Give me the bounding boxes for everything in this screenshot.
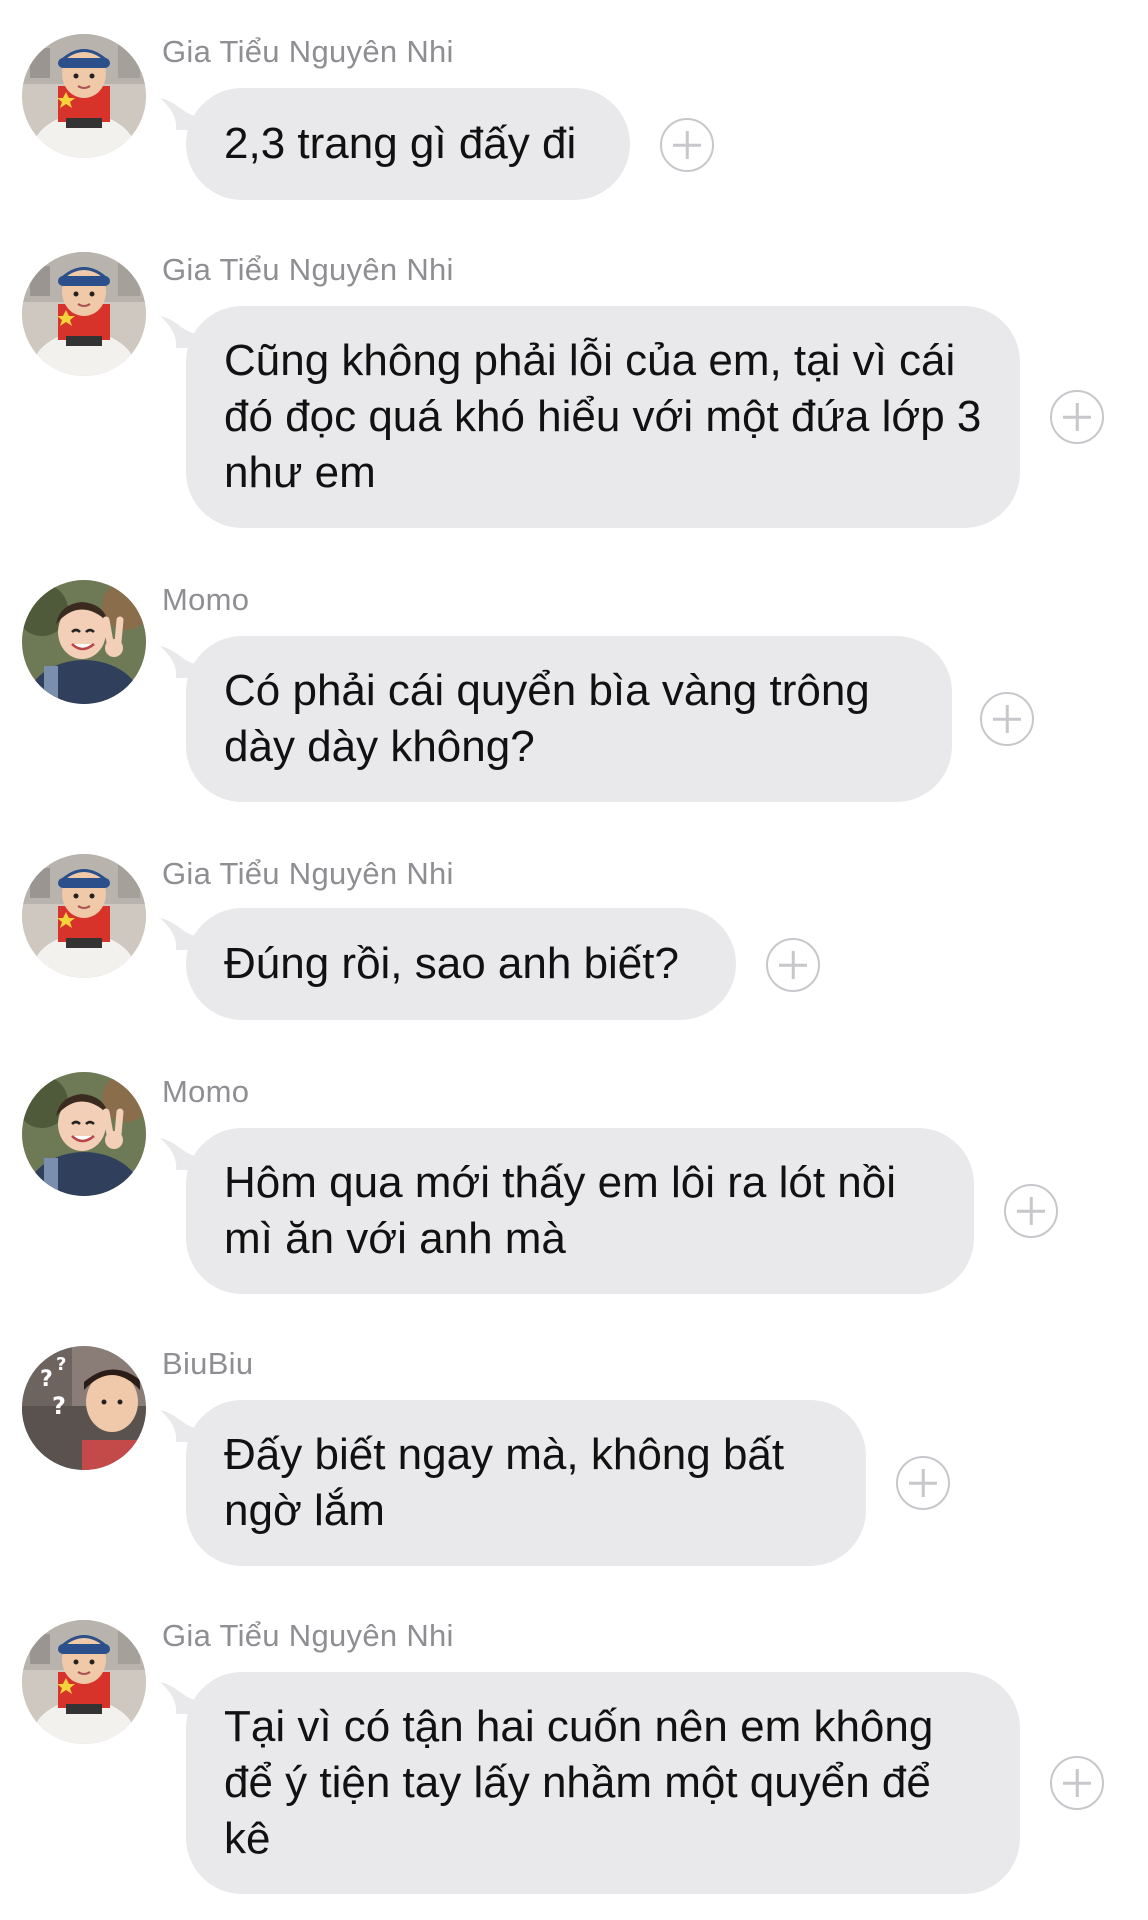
message-text: Đấy biết ngay mà, không bất ngờ lắm	[224, 1430, 785, 1535]
avatar[interactable]	[22, 854, 146, 978]
sender-name: Gia Tiểu Nguyên Nhi	[162, 1618, 454, 1653]
add-reaction-button[interactable]	[896, 1456, 950, 1510]
boy-cap-avatar-icon	[22, 34, 146, 158]
sender-name: BiuBiu	[162, 1346, 254, 1381]
sender-name: Gia Tiểu Nguyên Nhi	[162, 856, 454, 891]
sender-name: Gia Tiểu Nguyên Nhi	[162, 34, 454, 69]
sender-name: Gia Tiểu Nguyên Nhi	[162, 252, 454, 287]
boy-peace-sign-avatar-icon	[22, 1072, 146, 1196]
message-bubble[interactable]: 2,3 trang gì đấy đi	[186, 88, 630, 200]
add-reaction-button[interactable]	[660, 118, 714, 172]
chat-screen: { "messages": [ {"sender": "Gia Tiểu Ngu…	[0, 0, 1148, 1920]
message-bubble[interactable]: Có phải cái quyển bìa vàng trông dày dày…	[186, 636, 952, 802]
boy-cap-avatar-icon	[22, 1620, 146, 1744]
add-reaction-button[interactable]	[1004, 1184, 1058, 1238]
avatar[interactable]	[22, 580, 146, 704]
avatar[interactable]	[22, 252, 146, 376]
message-bubble[interactable]: Đúng rồi, sao anh biết?	[186, 908, 736, 1020]
add-reaction-button[interactable]	[980, 692, 1034, 746]
avatar[interactable]	[22, 1620, 146, 1744]
message-bubble[interactable]: Đấy biết ngay mà, không bất ngờ lắm	[186, 1400, 866, 1566]
avatar[interactable]	[22, 1346, 146, 1470]
message-text: Có phải cái quyển bìa vàng trông dày dày…	[224, 666, 870, 771]
message-text: Đúng rồi, sao anh biết?	[224, 939, 679, 988]
add-reaction-button[interactable]	[1050, 1756, 1104, 1810]
message-text: Tại vì có tận hai cuốn nên em không để ý…	[224, 1702, 934, 1863]
add-reaction-button[interactable]	[766, 938, 820, 992]
message-text: 2,3 trang gì đấy đi	[224, 119, 577, 168]
boy-cap-avatar-icon	[22, 854, 146, 978]
message-bubble[interactable]: Hôm qua mới thấy em lôi ra lót nồi mì ăn…	[186, 1128, 974, 1294]
add-reaction-button[interactable]	[1050, 390, 1104, 444]
boy-peace-sign-avatar-icon	[22, 580, 146, 704]
message-bubble[interactable]: Tại vì có tận hai cuốn nên em không để ý…	[186, 1672, 1020, 1894]
sender-name: Momo	[162, 1074, 250, 1109]
avatar[interactable]	[22, 1072, 146, 1196]
sender-name: Momo	[162, 582, 250, 617]
boy-question-marks-avatar-icon	[22, 1346, 146, 1470]
message-text: Cũng không phải lỗi của em, tại vì cái đ…	[224, 336, 982, 497]
boy-cap-avatar-icon	[22, 252, 146, 376]
avatar[interactable]	[22, 34, 146, 158]
message-text: Hôm qua mới thấy em lôi ra lót nồi mì ăn…	[224, 1158, 897, 1263]
message-bubble[interactable]: Cũng không phải lỗi của em, tại vì cái đ…	[186, 306, 1020, 528]
